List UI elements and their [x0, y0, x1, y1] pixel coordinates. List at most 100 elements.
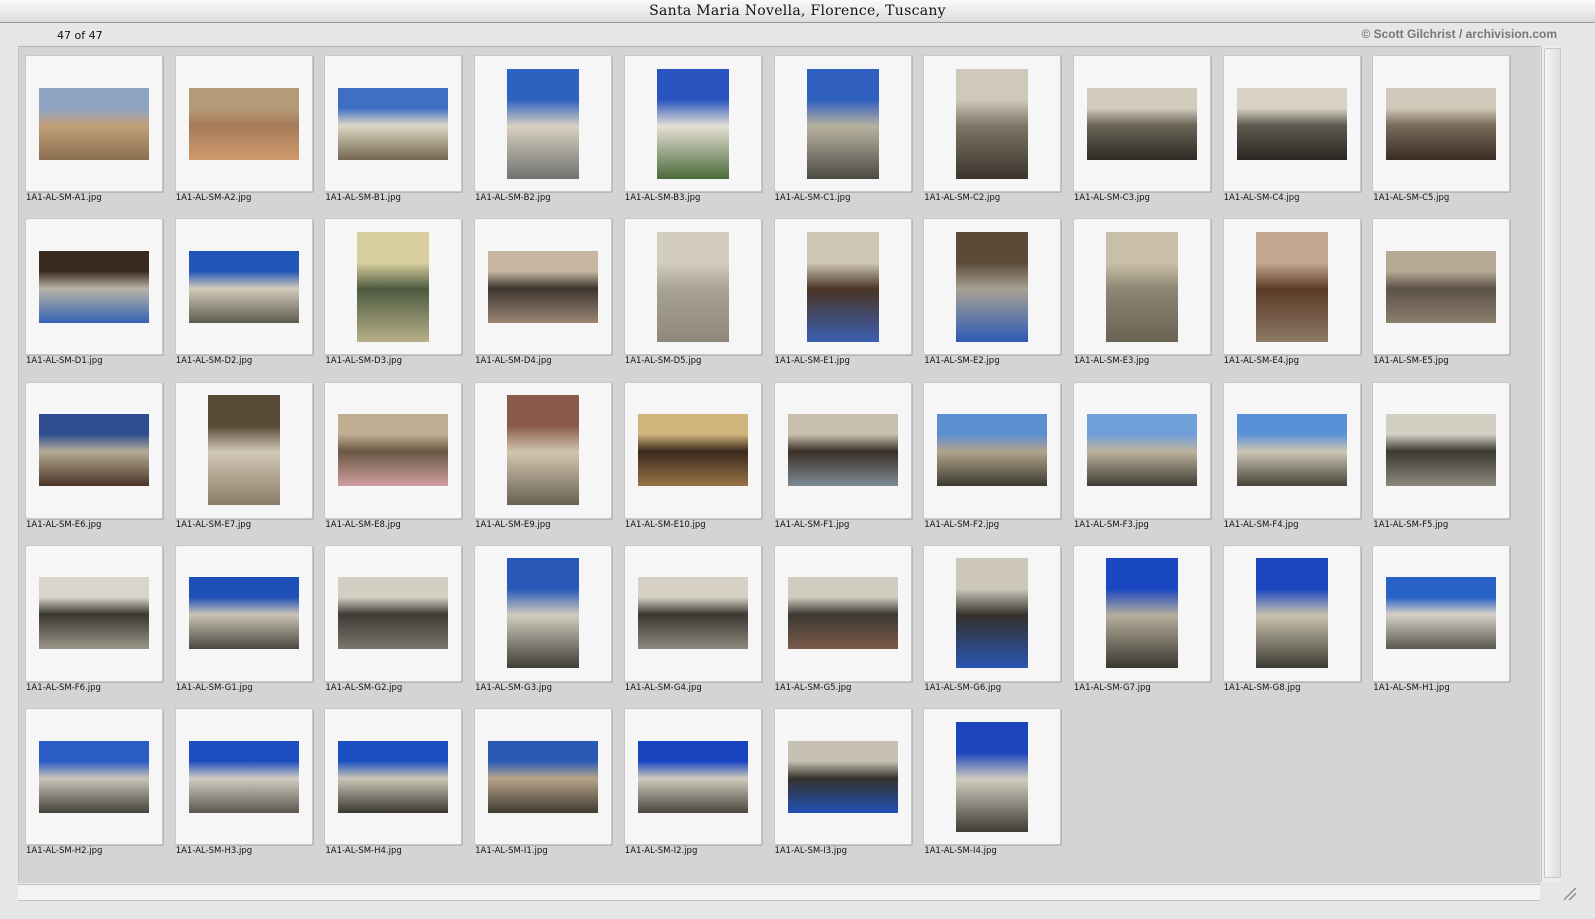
thumbnail-item[interactable]: 1A1-AL-SM-F2.jpg — [917, 374, 1067, 534]
slide-frame[interactable] — [25, 381, 163, 519]
thumbnail-item[interactable]: 1A1-AL-SM-E10.jpg — [618, 374, 768, 534]
thumbnail-item[interactable]: 1A1-AL-SM-C2.jpg — [917, 47, 1067, 207]
thumbnail-item[interactable]: 1A1-AL-SM-G4.jpg — [618, 537, 768, 697]
thumbnail-image[interactable] — [637, 577, 748, 650]
thumbnail-image[interactable] — [188, 740, 299, 813]
thumbnail-item[interactable]: 1A1-AL-SM-C1.jpg — [768, 47, 918, 207]
slide-frame[interactable] — [324, 708, 463, 846]
thumbnail-image[interactable] — [507, 395, 580, 506]
thumbnail-image[interactable] — [507, 558, 580, 669]
thumbnail-image[interactable] — [507, 68, 580, 179]
slide-frame[interactable] — [923, 544, 1062, 682]
thumbnail-item[interactable]: 1A1-AL-SM-D2.jpg — [169, 210, 319, 370]
slide-frame[interactable] — [1072, 544, 1211, 682]
thumbnail-item[interactable]: 1A1-AL-SM-G1.jpg — [169, 537, 319, 697]
slide-frame[interactable] — [1372, 55, 1511, 192]
thumbnail-image[interactable] — [338, 577, 449, 650]
slide-frame[interactable] — [1222, 544, 1361, 682]
thumbnail-image[interactable] — [1236, 87, 1347, 160]
thumbnail-item[interactable]: 1A1-AL-SM-I2.jpg — [618, 700, 768, 860]
thumbnail-image[interactable] — [956, 558, 1029, 669]
horizontal-scrollbar[interactable] — [18, 884, 1540, 901]
thumbnail-image[interactable] — [488, 250, 599, 323]
thumbnail-image[interactable] — [1255, 231, 1328, 342]
thumbnail-image[interactable] — [39, 740, 149, 813]
slide-frame[interactable] — [1222, 55, 1361, 192]
thumbnail-image[interactable] — [787, 740, 898, 813]
slide-frame[interactable] — [623, 381, 762, 519]
thumbnail-image[interactable] — [188, 250, 299, 323]
slide-frame[interactable] — [773, 381, 912, 519]
slide-frame[interactable] — [923, 381, 1062, 519]
thumbnail-image[interactable] — [1386, 87, 1497, 160]
thumbnail-item[interactable]: 1A1-AL-SM-D1.jpg — [19, 210, 169, 370]
thumbnail-image[interactable] — [937, 414, 1048, 487]
slide-frame[interactable] — [923, 708, 1062, 846]
thumbnail-item[interactable]: 1A1-AL-SM-D3.jpg — [318, 210, 468, 370]
thumbnail-image[interactable] — [39, 87, 149, 160]
thumbnail-image[interactable] — [656, 231, 729, 342]
thumbnail-item[interactable]: 1A1-AL-SM-I3.jpg — [768, 700, 918, 860]
thumbnail-item[interactable]: 1A1-AL-SM-H1.jpg — [1366, 537, 1516, 697]
slide-frame[interactable] — [1072, 218, 1211, 356]
slide-frame[interactable] — [1372, 544, 1511, 682]
thumbnail-image[interactable] — [188, 87, 299, 160]
slide-frame[interactable] — [174, 381, 313, 519]
thumbnail-item[interactable]: 1A1-AL-SM-D4.jpg — [468, 210, 618, 370]
slide-frame[interactable] — [474, 544, 613, 682]
thumbnail-item[interactable]: 1A1-AL-SM-F4.jpg — [1217, 374, 1367, 534]
slide-frame[interactable] — [623, 708, 762, 846]
thumbnail-image[interactable] — [1386, 414, 1497, 487]
slide-frame[interactable] — [773, 55, 912, 192]
slide-frame[interactable] — [25, 544, 163, 682]
slide-frame[interactable] — [324, 55, 463, 192]
vertical-scroll-thumb[interactable] — [1544, 48, 1561, 878]
slide-frame[interactable] — [773, 708, 912, 846]
slide-frame[interactable] — [474, 55, 613, 192]
thumbnail-image[interactable] — [956, 231, 1029, 342]
thumbnail-item[interactable]: 1A1-AL-SM-E1.jpg — [768, 210, 918, 370]
slide-frame[interactable] — [1222, 381, 1361, 519]
slide-frame[interactable] — [1072, 381, 1211, 519]
resize-grip-icon[interactable] — [1562, 886, 1578, 902]
slide-frame[interactable] — [773, 218, 912, 356]
thumbnail-item[interactable]: 1A1-AL-SM-C5.jpg — [1366, 47, 1516, 207]
thumbnail-image[interactable] — [956, 68, 1029, 179]
thumbnail-image[interactable] — [637, 414, 748, 487]
thumbnail-item[interactable]: 1A1-AL-SM-F5.jpg — [1366, 374, 1516, 534]
slide-frame[interactable] — [1222, 218, 1361, 356]
slide-frame[interactable] — [923, 218, 1062, 356]
thumbnail-image[interactable] — [207, 395, 280, 506]
slide-frame[interactable] — [25, 55, 163, 192]
thumbnail-item[interactable]: 1A1-AL-SM-G6.jpg — [917, 537, 1067, 697]
thumbnail-item[interactable]: 1A1-AL-SM-E6.jpg — [19, 374, 169, 534]
thumbnail-item[interactable]: 1A1-AL-SM-E9.jpg — [468, 374, 618, 534]
thumbnail-image[interactable] — [338, 87, 449, 160]
thumbnail-item[interactable]: 1A1-AL-SM-B2.jpg — [468, 47, 618, 207]
slide-frame[interactable] — [474, 218, 613, 356]
thumbnail-image[interactable] — [39, 577, 149, 650]
thumbnail-image[interactable] — [787, 577, 898, 650]
slide-frame[interactable] — [923, 55, 1062, 192]
thumbnail-item[interactable]: 1A1-AL-SM-B3.jpg — [618, 47, 768, 207]
slide-frame[interactable] — [623, 218, 762, 356]
thumbnail-image[interactable] — [1086, 414, 1197, 487]
thumbnail-image[interactable] — [338, 414, 449, 487]
thumbnail-item[interactable]: 1A1-AL-SM-G7.jpg — [1067, 537, 1217, 697]
slide-frame[interactable] — [474, 708, 613, 846]
thumbnail-image[interactable] — [956, 721, 1029, 832]
thumbnail-item[interactable]: 1A1-AL-SM-H4.jpg — [318, 700, 468, 860]
thumbnail-item[interactable]: 1A1-AL-SM-I1.jpg — [468, 700, 618, 860]
thumbnail-item[interactable]: 1A1-AL-SM-F1.jpg — [768, 374, 918, 534]
thumbnail-image[interactable] — [806, 231, 879, 342]
slide-frame[interactable] — [25, 708, 163, 846]
thumbnail-image[interactable] — [357, 231, 430, 342]
thumbnail-item[interactable]: 1A1-AL-SM-I4.jpg — [917, 700, 1067, 860]
thumbnail-item[interactable]: 1A1-AL-SM-G8.jpg — [1217, 537, 1367, 697]
vertical-scrollbar[interactable] — [1541, 46, 1562, 882]
thumbnail-item[interactable]: 1A1-AL-SM-G5.jpg — [768, 537, 918, 697]
thumbnail-image[interactable] — [637, 740, 748, 813]
thumbnail-image[interactable] — [188, 577, 299, 650]
thumbnail-item[interactable]: 1A1-AL-SM-E2.jpg — [917, 210, 1067, 370]
thumbnail-item[interactable]: 1A1-AL-SM-E7.jpg — [169, 374, 319, 534]
